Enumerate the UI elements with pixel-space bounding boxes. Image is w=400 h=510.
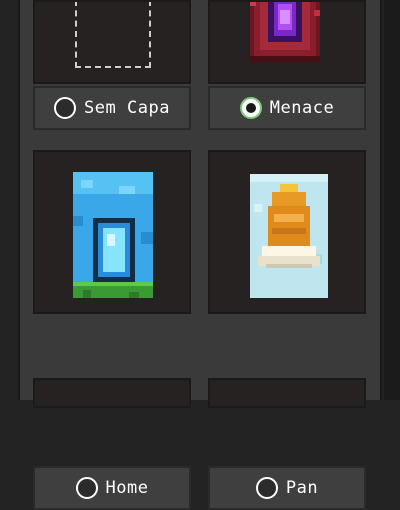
cape-preview bbox=[208, 378, 366, 408]
cape-preview bbox=[33, 0, 191, 84]
cape-preview bbox=[208, 0, 366, 84]
cape-label: Sem Capa bbox=[84, 98, 170, 118]
radio-unselected-icon[interactable] bbox=[255, 477, 278, 499]
cape-preview bbox=[33, 378, 191, 408]
pan-cape-icon bbox=[250, 174, 328, 298]
cape-preview bbox=[208, 150, 366, 314]
cape-option-pan[interactable]: Pan bbox=[208, 466, 366, 510]
cape-preview bbox=[33, 150, 191, 314]
cape-label: Menace bbox=[269, 98, 335, 118]
radio-unselected-icon[interactable] bbox=[75, 477, 98, 499]
radio-selected-icon[interactable] bbox=[239, 97, 262, 119]
menace-cape-icon bbox=[250, 2, 320, 62]
cape-option-menace[interactable]: Menace bbox=[208, 86, 366, 130]
scrollbar-track[interactable] bbox=[384, 0, 400, 400]
cape-label: Home bbox=[105, 478, 149, 498]
home-cape-icon bbox=[73, 172, 153, 298]
empty-cape-placeholder bbox=[75, 2, 151, 68]
cape-option-home[interactable]: Home bbox=[33, 466, 191, 510]
cape-option-sem-capa[interactable]: Sem Capa bbox=[33, 86, 191, 130]
radio-unselected-icon[interactable] bbox=[54, 97, 77, 119]
cape-label: Pan bbox=[285, 478, 319, 498]
